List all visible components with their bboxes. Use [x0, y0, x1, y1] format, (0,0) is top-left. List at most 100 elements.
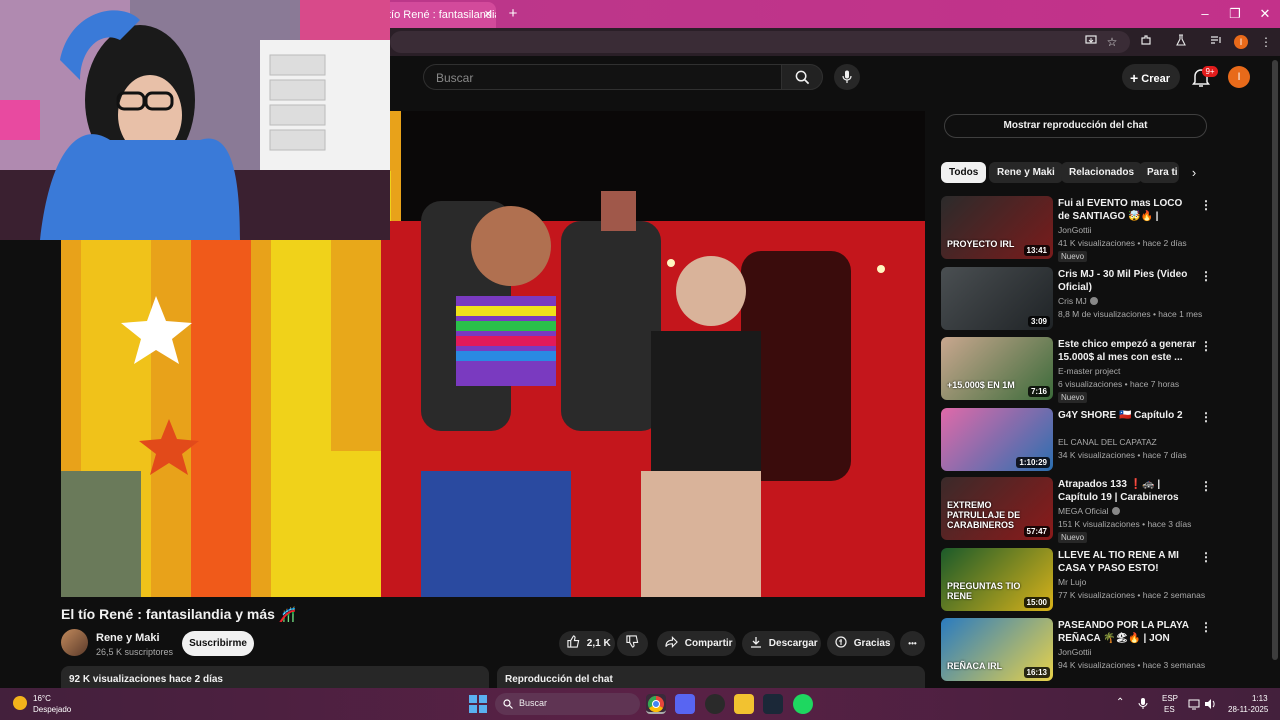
scrollbar-thumb[interactable]: [1272, 60, 1278, 660]
video-meta: 6 visualizaciones • hace 7 horas: [1058, 379, 1180, 389]
recommended-video[interactable]: PREGUNTAS TIO RENE 15:00 LLEVE AL TIO RENE…: [941, 548, 1212, 612]
minimize-button[interactable]: –: [1190, 4, 1220, 24]
chip-relacionados[interactable]: Relacionados: [1061, 162, 1143, 183]
share-button[interactable]: Compartir: [657, 631, 736, 656]
video-thumbnail[interactable]: EXTREMO PATRULLAJE DE CARABINEROS 57:47: [941, 477, 1053, 540]
like-button[interactable]: 2,1 K: [559, 631, 615, 656]
video-thumbnail[interactable]: REÑACA IRL 16:13: [941, 618, 1053, 681]
install-app-icon[interactable]: [1082, 33, 1100, 51]
thumbs-up-icon: [567, 635, 580, 648]
volume-icon[interactable]: [1204, 697, 1216, 709]
thanks-button[interactable]: Gracias: [827, 631, 895, 656]
show-chat-replay-button[interactable]: Mostrar reproducción del chat: [944, 114, 1207, 138]
description-box[interactable]: 92 K visualizaciones hace 2 días: [61, 666, 489, 690]
network-icon[interactable]: [1188, 697, 1200, 710]
weather-temperature[interactable]: 16°C: [33, 694, 51, 703]
voice-search-button[interactable]: [834, 64, 860, 90]
video-thumbnail[interactable]: PREGUNTAS TIO RENE 15:00: [941, 548, 1053, 611]
more-options-icon[interactable]: ⋮: [1200, 410, 1212, 424]
close-window-button[interactable]: ✕: [1250, 4, 1280, 24]
channel-name[interactable]: E-master project: [1058, 366, 1120, 376]
video-title[interactable]: Cris MJ - 30 Mil Pies (Video Oficial): [1058, 268, 1196, 294]
more-options-icon[interactable]: ⋮: [1200, 620, 1212, 634]
video-title[interactable]: Fui al EVENTO mas LOCO de SANTIAGO 🤯🔥 | …: [1058, 197, 1196, 223]
video-thumbnail[interactable]: PROYECTO IRL 13:41: [941, 196, 1053, 259]
chip-para-ti[interactable]: Para ti: [1139, 162, 1179, 183]
extensions-icon[interactable]: [1137, 33, 1155, 51]
recommended-video[interactable]: EXTREMO PATRULLAJE DE CARABINEROS 57:47 At…: [941, 477, 1212, 543]
channel-name[interactable]: MEGA Oficial: [1058, 506, 1120, 516]
lab-icon[interactable]: [1172, 33, 1190, 51]
more-options-icon[interactable]: ⋮: [1200, 198, 1212, 212]
taskbar-search[interactable]: Buscar: [495, 693, 640, 715]
discord-icon[interactable]: [675, 694, 695, 714]
media-controls-icon[interactable]: [1207, 33, 1225, 51]
channel-name-text: Cris MJ: [1058, 296, 1087, 306]
chat-replay-panel[interactable]: Reproducción del chat: [497, 666, 925, 690]
video-title[interactable]: LLEVE AL TIO RENE A MI CASA Y PASO ESTO!: [1058, 549, 1196, 575]
new-tab-button[interactable]: +: [505, 5, 521, 23]
microphone-tray-icon[interactable]: [1138, 697, 1148, 709]
chip-rene-y-maki[interactable]: Rene y Maki: [989, 162, 1063, 183]
more-options-icon[interactable]: ⋮: [1200, 479, 1212, 493]
keyboard-layout[interactable]: ES: [1164, 705, 1175, 714]
more-options-icon[interactable]: ⋮: [1200, 550, 1212, 564]
subscribe-button[interactable]: Suscribirme: [182, 631, 254, 656]
clock-time[interactable]: 1:13: [1252, 694, 1268, 703]
chevron-up-icon[interactable]: ⌃: [1116, 697, 1124, 708]
channel-name[interactable]: Mr Lujo: [1058, 577, 1086, 587]
chat-replay-label: Reproducción del chat: [505, 674, 613, 685]
video-title[interactable]: Este chico empezó a generar 15.000$ al m…: [1058, 338, 1196, 364]
obs-icon[interactable]: [705, 694, 725, 714]
recommended-video[interactable]: REÑACA IRL 16:13 PASEANDO POR LA PLAYA REÑ…: [941, 618, 1212, 682]
chevron-right-icon[interactable]: ›: [1186, 164, 1202, 182]
browser-profile-avatar[interactable]: I: [1234, 35, 1248, 49]
windows-start-icon[interactable]: [469, 695, 487, 713]
recommended-video[interactable]: +15.000$ EN 1M 7:16 Este chico empezó a ge…: [941, 337, 1212, 403]
chrome-icon[interactable]: [646, 694, 666, 714]
chip-todos[interactable]: Todos: [941, 162, 987, 183]
download-button[interactable]: Descargar: [742, 631, 821, 656]
more-actions-button[interactable]: •••: [900, 631, 925, 656]
more-options-icon[interactable]: ⋮: [1200, 339, 1212, 353]
channel-name[interactable]: Rene y Maki: [96, 632, 160, 644]
recommended-video[interactable]: PROYECTO IRL 13:41 Fui al EVENTO mas LOCO …: [941, 196, 1212, 262]
channel-avatar[interactable]: [61, 629, 88, 656]
recommended-video[interactable]: 1:10:29 G4Y SHORE 🇨🇱 Capítulo 2 EL CANAL D…: [941, 408, 1212, 472]
weather-moon-icon[interactable]: [13, 696, 27, 710]
channel-name[interactable]: EL CANAL DEL CAPATAZ: [1058, 437, 1157, 447]
video-thumbnail[interactable]: 3:09: [941, 267, 1053, 330]
video-title[interactable]: Atrapados 133 ❗🚓 | Capítulo 19 | Carabin…: [1058, 478, 1196, 504]
maximize-button[interactable]: ❐: [1220, 4, 1250, 24]
video-title[interactable]: G4Y SHORE 🇨🇱 Capítulo 2: [1058, 409, 1196, 422]
new-badge: Nuevo: [1058, 392, 1088, 403]
search-input[interactable]: Buscar: [423, 64, 781, 90]
channel-name[interactable]: JonGottii: [1058, 647, 1092, 657]
thanks-label: Gracias: [853, 638, 891, 649]
channel-name[interactable]: JonGottii: [1058, 225, 1092, 235]
create-button[interactable]: + Crear: [1122, 64, 1180, 90]
video-thumbnail[interactable]: +15.000$ EN 1M 7:16: [941, 337, 1053, 400]
channel-name[interactable]: Cris MJ: [1058, 296, 1098, 306]
clock-date[interactable]: 28-11-2025: [1228, 705, 1268, 714]
steam-icon[interactable]: [763, 694, 783, 714]
video-title[interactable]: PASEANDO POR LA PLAYA REÑACA 🌴🏖🔥 | JON G…: [1058, 619, 1196, 645]
bookmark-star-icon[interactable]: ☆: [1103, 33, 1121, 51]
recommended-video[interactable]: 3:09 Cris MJ - 30 Mil Pies (Video Oficial…: [941, 267, 1212, 331]
language-indicator[interactable]: ESP: [1162, 694, 1178, 703]
spotify-icon[interactable]: [793, 694, 813, 714]
video-thumbnail[interactable]: 1:10:29: [941, 408, 1053, 471]
browser-tab[interactable]: tío René : fantasilandia y más: [378, 2, 496, 28]
browser-menu-icon[interactable]: ⋮: [1257, 33, 1275, 51]
more-options-icon[interactable]: ⋮: [1200, 269, 1212, 283]
address-bar[interactable]: [390, 31, 1130, 53]
new-badge: Nuevo: [1058, 251, 1088, 262]
search-button[interactable]: [781, 64, 823, 90]
file-explorer-icon[interactable]: [734, 694, 754, 714]
tab-close-icon[interactable]: ×: [480, 6, 496, 22]
account-avatar[interactable]: I: [1228, 66, 1250, 88]
weather-condition[interactable]: Despejado: [33, 705, 71, 714]
video-meta: 41 K visualizaciones • hace 2 días: [1058, 238, 1187, 248]
share-icon: [665, 636, 678, 648]
dislike-button[interactable]: [617, 631, 648, 656]
